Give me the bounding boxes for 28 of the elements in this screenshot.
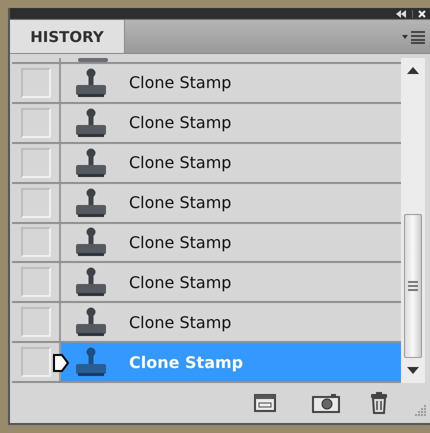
source-checkbox[interactable] xyxy=(20,108,50,138)
source-checkbox[interactable] xyxy=(20,188,50,218)
source-checkbox[interactable] xyxy=(20,68,50,98)
scroll-thumb[interactable] xyxy=(404,214,422,358)
resize-grip-icon[interactable] xyxy=(414,405,426,417)
source-checkbox[interactable] xyxy=(20,347,50,378)
state-label: Clone Stamp xyxy=(129,312,232,332)
scrollbar[interactable] xyxy=(401,58,425,383)
source-checkbox[interactable] xyxy=(20,307,50,338)
state-label: Clone Stamp xyxy=(129,153,232,172)
state-label: Clone Stamp xyxy=(129,113,232,132)
state-label: Clone Stamp xyxy=(129,193,232,212)
trash-icon[interactable] xyxy=(370,392,388,414)
history-tab[interactable]: HISTORY xyxy=(10,20,125,53)
state-label: Clone Stamp xyxy=(129,352,244,372)
camera-icon[interactable] xyxy=(312,393,340,413)
source-checkbox[interactable] xyxy=(20,148,50,178)
state-label: Clone Stamp xyxy=(129,232,232,252)
scroll-down-icon[interactable] xyxy=(407,367,419,374)
scroll-up-icon[interactable] xyxy=(407,67,419,74)
panel-menu-icon[interactable] xyxy=(402,30,426,44)
close-icon[interactable] xyxy=(412,10,426,18)
state-label: Clone Stamp xyxy=(129,272,232,292)
state-label: Clone Stamp xyxy=(129,73,232,92)
source-checkbox[interactable] xyxy=(20,227,50,258)
new-document-icon[interactable] xyxy=(254,394,276,412)
source-checkbox[interactable] xyxy=(20,267,50,298)
collapse-icon[interactable] xyxy=(395,10,407,18)
